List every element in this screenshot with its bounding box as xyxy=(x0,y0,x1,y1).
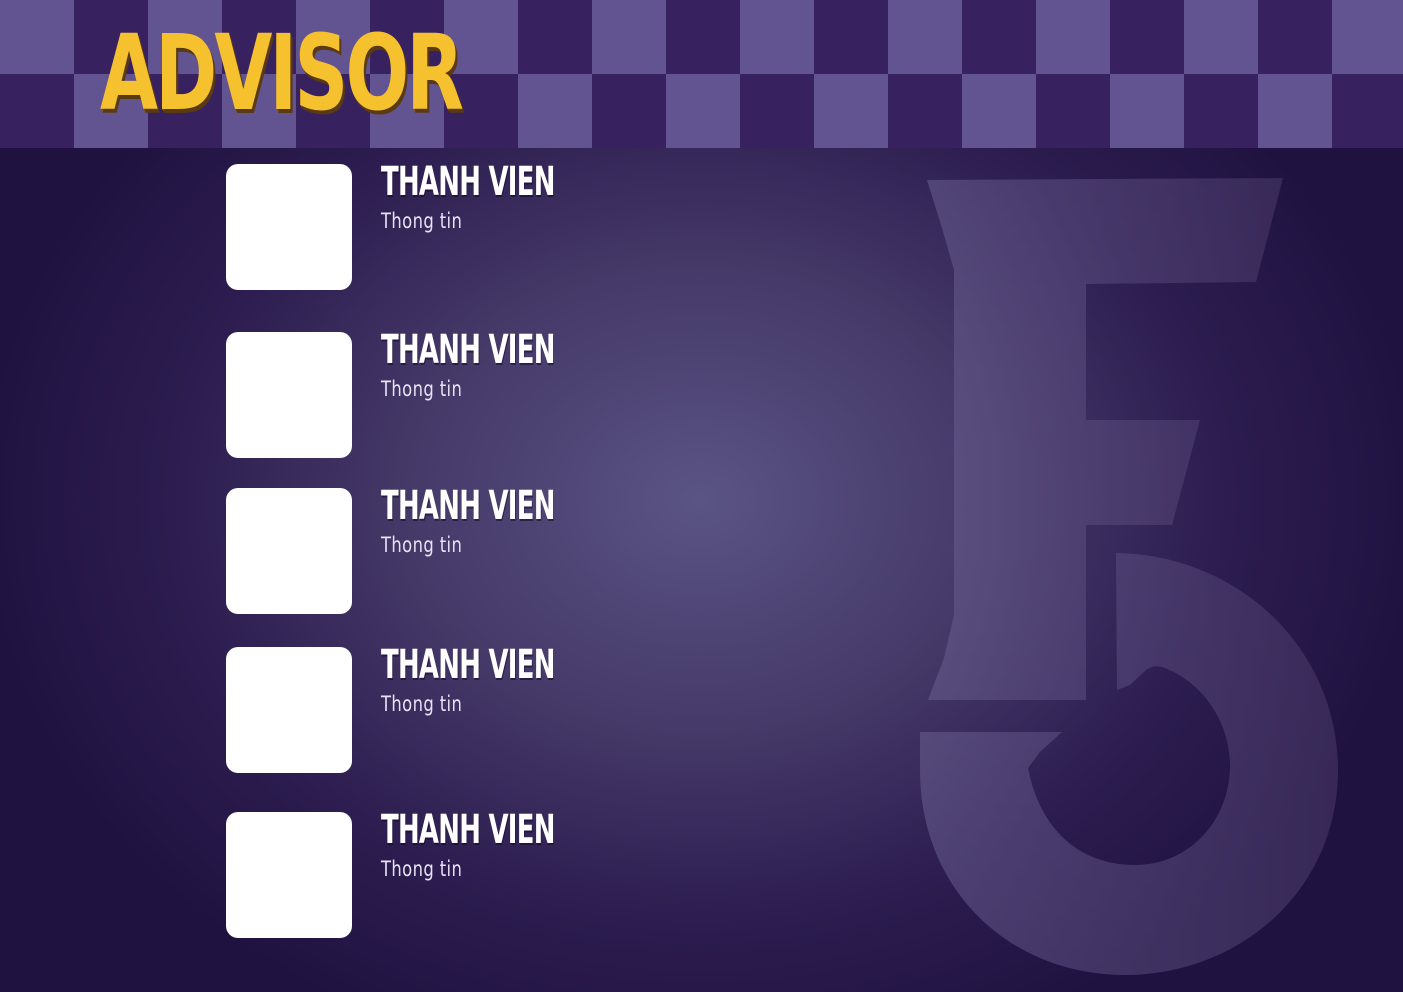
logo-letter-f xyxy=(927,178,1283,700)
f5-logo-icon xyxy=(920,178,1338,975)
checkered-header: ADVISOR xyxy=(0,0,1403,148)
page-title: ADVISOR xyxy=(100,12,464,134)
member-card: THANH VIEN Thong tin xyxy=(226,642,926,773)
member-info: Thong tin xyxy=(381,377,463,401)
logo-numeral-5 xyxy=(920,553,1338,975)
member-card: THANH VIEN Thong tin xyxy=(226,327,926,458)
member-name: THANH VIEN xyxy=(381,642,555,688)
member-name: THANH VIEN xyxy=(381,159,555,205)
member-avatar xyxy=(226,164,352,290)
member-info: Thong tin xyxy=(381,533,463,557)
advisor-page: ADVISOR THANH VIEN Thong tin THANH VIEN … xyxy=(0,0,1403,992)
member-avatar xyxy=(226,488,352,614)
member-info: Thong tin xyxy=(381,209,463,233)
member-card: THANH VIEN Thong tin xyxy=(226,483,926,614)
member-name: THANH VIEN xyxy=(381,327,555,373)
member-info: Thong tin xyxy=(381,692,463,716)
member-info: Thong tin xyxy=(381,857,463,881)
member-name: THANH VIEN xyxy=(381,483,555,529)
member-card: THANH VIEN Thong tin xyxy=(226,807,926,938)
member-card: THANH VIEN Thong tin xyxy=(226,159,926,290)
member-avatar xyxy=(226,332,352,458)
member-avatar xyxy=(226,812,352,938)
member-name: THANH VIEN xyxy=(381,807,555,853)
member-avatar xyxy=(226,647,352,773)
